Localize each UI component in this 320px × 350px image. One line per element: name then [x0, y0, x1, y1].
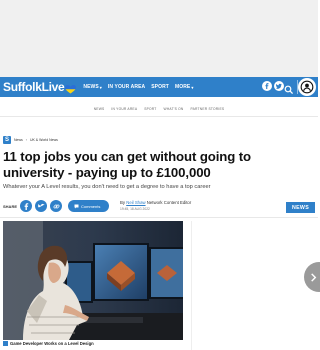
site-logo[interactable]: SuffolkLive — [3, 80, 77, 94]
camera-icon — [3, 341, 8, 346]
nav-item-sport[interactable]: SPORT — [151, 84, 169, 90]
breadcrumb: S News › UK & World News — [3, 136, 58, 144]
nav-item-sport-label: SPORT — [151, 84, 169, 90]
site-badge-icon: S — [3, 136, 11, 144]
link-icon — [53, 204, 59, 208]
subnav-item-in-your-area[interactable]: IN YOUR AREA — [111, 107, 137, 111]
category-badge[interactable]: NEWS — [286, 202, 315, 213]
chevron-right-icon — [311, 272, 317, 282]
subnav-item-whats-on[interactable]: WHAT'S ON — [164, 107, 184, 111]
nav-item-more[interactable]: MORE ▾ — [175, 84, 194, 90]
facebook-icon[interactable] — [262, 81, 272, 91]
breadcrumb-item-news[interactable]: News — [14, 138, 23, 142]
article-byline: By Neil Shaw Network Content Editor 19:4… — [120, 200, 191, 211]
image-caption: Game Developer Works on a Level Design — [3, 341, 94, 346]
article-standfirst: Whatever your A Level results, you don't… — [3, 184, 211, 190]
comment-icon — [74, 204, 79, 208]
image-caption-text: Game Developer Works on a Level Design — [10, 341, 94, 346]
nav-item-news-label: NEWS — [83, 84, 99, 90]
top-navbar: SuffolkLive NEWS ▾ IN YOUR AREA SPORT MOR… — [0, 77, 318, 97]
sidebar-divider — [191, 221, 192, 350]
facebook-icon — [24, 202, 28, 210]
twitter-icon — [37, 203, 45, 208]
chevron-down-icon: ▾ — [191, 84, 194, 90]
site-logo-text: SuffolkLive — [3, 80, 65, 94]
subnav-divider — [0, 116, 318, 117]
breadcrumb-separator: › — [25, 138, 27, 142]
article-hero-image[interactable] — [3, 221, 183, 340]
share-bar: SHARE Comments — [3, 200, 110, 212]
share-label: SHARE — [3, 203, 18, 209]
comments-label: Comments — [81, 203, 101, 209]
share-bar-divider — [0, 217, 318, 218]
nav-item-news[interactable]: NEWS ▾ — [83, 84, 102, 90]
social-links — [262, 81, 284, 91]
copy-link-button[interactable] — [50, 200, 63, 212]
search-icon[interactable] — [284, 82, 294, 95]
subnav-item-partner-stories[interactable]: PARTNER STORIES — [190, 107, 224, 111]
comments-button[interactable]: Comments — [68, 200, 110, 212]
share-facebook-button[interactable] — [20, 200, 33, 212]
next-article-button[interactable] — [304, 262, 320, 292]
twitter-icon[interactable] — [274, 81, 284, 91]
share-twitter-button[interactable] — [35, 200, 48, 212]
publish-date: 19:45, 18 AUG 2022 — [120, 207, 150, 211]
subnav-item-news[interactable]: NEWS — [94, 107, 105, 111]
author-role: Network Content Editor — [146, 200, 192, 205]
chevron-down-icon: ▾ — [99, 84, 102, 90]
advertisement-slot — [0, 0, 318, 77]
breadcrumb-item-uk-world-news[interactable]: UK & World News — [30, 138, 58, 142]
ukraine-heart-icon — [65, 83, 77, 93]
author-link[interactable]: Neil Shaw — [126, 200, 145, 205]
game-developer-photo — [3, 221, 183, 340]
nav-item-more-label: MORE — [174, 84, 191, 90]
byline-prefix: By — [120, 200, 126, 205]
nav-item-in-your-area-label: IN YOUR AREA — [107, 84, 146, 90]
secondary-nav: NEWS IN YOUR AREA SPORT WHAT'S ON PARTNE… — [0, 107, 318, 111]
subnav-item-sport[interactable]: SPORT — [144, 107, 156, 111]
primary-nav: NEWS ▾ IN YOUR AREA SPORT MORE ▾ — [83, 84, 193, 90]
nav-item-in-your-area[interactable]: IN YOUR AREA — [108, 84, 145, 90]
article-headline: 11 top jobs you can get without going to… — [3, 149, 252, 180]
account-icon[interactable] — [298, 78, 316, 96]
